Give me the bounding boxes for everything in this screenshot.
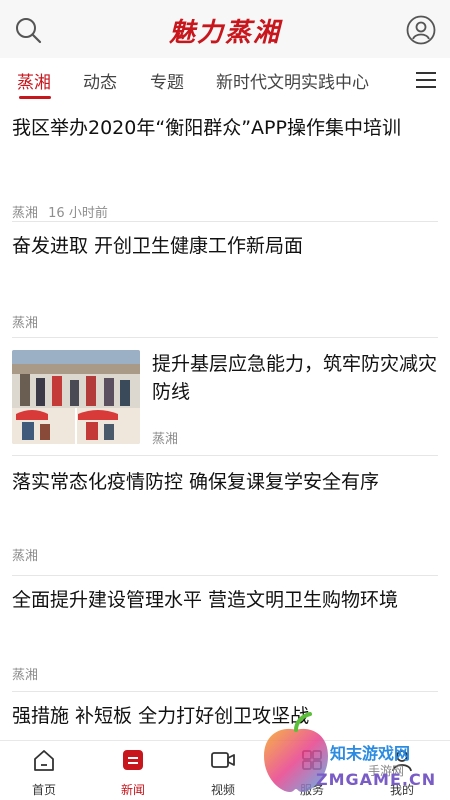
nav-home-label: 首页 (31, 783, 56, 797)
news-icon (123, 750, 143, 770)
active-tab-indicator (19, 96, 51, 99)
site-watermark: 知末游戏网 手游网 ZMGAME.CN (256, 712, 446, 798)
news-source: 蒸湘 (12, 549, 39, 564)
news-title: 全面提升建设管理水平 营造文明卫生购物环境 (12, 589, 399, 611)
news-item[interactable]: 提升基层应急能力，筑牢防灾减灾防线 蒸湘 (12, 338, 438, 456)
channel-tabs: 蒸湘 动态 专题 新时代文明实践中心 (0, 58, 450, 102)
tab-zhengxiang[interactable]: 蒸湘 (17, 68, 51, 93)
menu-icon[interactable] (416, 72, 436, 88)
watermark-title: 知末游戏网 (330, 744, 411, 763)
news-source: 蒸湘 (12, 668, 39, 683)
news-title: 奋发进取 开创卫生健康工作新局面 (12, 235, 304, 257)
nav-video-label: 视频 (210, 783, 235, 797)
news-source: 蒸湘 (152, 432, 179, 447)
tab-dongtai[interactable]: 动态 (83, 68, 117, 93)
video-icon (211, 752, 235, 768)
tab-zhuanti[interactable]: 专题 (150, 68, 184, 93)
nav-news-label: 新闻 (120, 783, 145, 797)
news-source: 蒸湘 (12, 316, 39, 331)
news-title: 提升基层应急能力，筑牢防灾减灾防线 (152, 353, 438, 403)
news-title: 落实常态化疫情防控 确保复课复学安全有序 (12, 471, 380, 493)
news-title: 我区举办2020年“衡阳群众”APP操作集中培训 (12, 117, 401, 139)
news-source: 蒸湘 (12, 206, 39, 221)
news-item[interactable]: 落实常态化疫情防控 确保复课复学安全有序 蒸湘 (12, 456, 438, 576)
app-logo: 魅力蒸湘 (168, 18, 281, 48)
news-thumbnail (12, 350, 140, 444)
news-item[interactable]: 奋发进取 开创卫生健康工作新局面 蒸湘 (12, 222, 438, 338)
app-header: 魅力蒸湘 (0, 0, 450, 58)
news-item[interactable]: 全面提升建设管理水平 营造文明卫生购物环境 蒸湘 (12, 576, 438, 692)
home-icon (34, 750, 54, 771)
nav-news[interactable]: 新闻 (103, 747, 163, 798)
news-time: 16 小时前 (48, 206, 108, 221)
nav-home[interactable]: 首页 (14, 747, 74, 798)
nav-video[interactable]: 视频 (193, 747, 253, 798)
user-circle-icon[interactable] (406, 15, 436, 45)
news-meta: 蒸湘 16 小时前 (12, 202, 108, 221)
tab-civilization-center[interactable]: 新时代文明实践中心 (216, 68, 369, 93)
watermark-domain: ZMGAME.CN (316, 770, 437, 789)
news-item[interactable]: 我区举办2020年“衡阳群众”APP操作集中培训 蒸湘 16 小时前 (12, 114, 438, 222)
